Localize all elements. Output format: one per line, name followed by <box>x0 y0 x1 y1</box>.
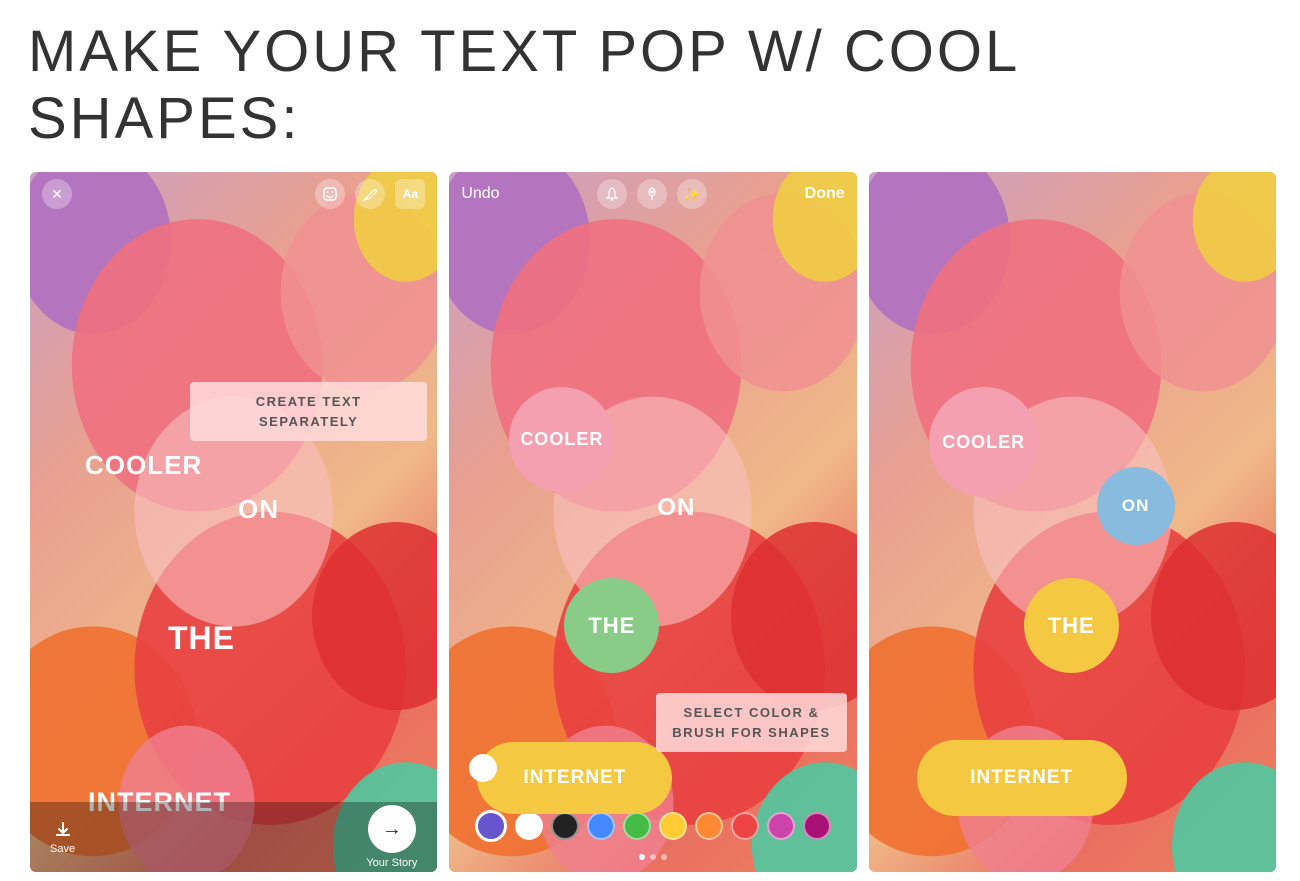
color-dark-pink[interactable] <box>803 812 831 840</box>
word-on-1: ON <box>238 494 279 525</box>
color-white[interactable] <box>515 812 543 840</box>
panel-3: COOLER ON THE INTERNET <box>869 172 1276 872</box>
color-black[interactable] <box>551 812 579 840</box>
color-palette <box>449 810 856 842</box>
bubble-internet-2: INTERNET <box>477 742 672 814</box>
panel1-bottom-bar: Save → Your Story <box>30 802 437 872</box>
text-icon[interactable]: Aa <box>395 179 425 209</box>
page-indicator <box>449 854 856 860</box>
sticker-icon[interactable] <box>315 179 345 209</box>
panel2-top-bar: Undo ✨ Done <box>449 172 856 216</box>
top-icons: Aa <box>315 179 425 209</box>
bell-icon[interactable] <box>597 179 627 209</box>
word-cooler-1: COOLER <box>85 450 202 481</box>
word-the-1: THE <box>168 620 235 657</box>
panels-container: ✕ Aa CREATE TEXT SEPARATELY COOLER ON T <box>0 172 1300 872</box>
dot-3 <box>661 854 667 860</box>
color-yellow[interactable] <box>659 812 687 840</box>
save-label: Save <box>50 843 75 855</box>
bubble-cooler-3: COOLER <box>929 387 1039 497</box>
arrow-icon[interactable]: → <box>368 805 416 853</box>
top-icons-2: ✨ <box>597 179 707 209</box>
bubble-on-3: ON <box>1097 467 1175 545</box>
annotation-create-text: CREATE TEXT SEPARATELY <box>190 382 427 441</box>
dot-1 <box>639 854 645 860</box>
story-label: Your Story <box>366 857 417 869</box>
close-icon[interactable]: ✕ <box>42 179 72 209</box>
color-blue[interactable] <box>587 812 615 840</box>
panel1-top-bar: ✕ Aa <box>30 172 437 216</box>
undo-button[interactable]: Undo <box>461 185 499 203</box>
page-wrapper: MAKE YOUR TEXT POP W/ COOL SHAPES: <box>0 0 1300 881</box>
save-button[interactable]: Save <box>50 819 75 855</box>
bubble-internet-3: INTERNET <box>917 740 1127 816</box>
dot-2 <box>650 854 656 860</box>
color-pink[interactable] <box>767 812 795 840</box>
draw-icon[interactable] <box>355 179 385 209</box>
bubble-cooler-2: COOLER <box>509 387 614 492</box>
story-button[interactable]: → Your Story <box>366 805 417 869</box>
color-blue-purple[interactable] <box>475 810 507 842</box>
color-orange[interactable] <box>695 812 723 840</box>
pin-icon[interactable] <box>637 179 667 209</box>
annotation-select-color: SELECT COLOR &BRUSH FOR SHAPES <box>656 693 846 752</box>
sparkle-icon[interactable]: ✨ <box>677 179 707 209</box>
page-title: MAKE YOUR TEXT POP W/ COOL SHAPES: <box>0 0 1300 172</box>
done-button[interactable]: Done <box>805 185 845 203</box>
bubble-the-3: THE <box>1024 578 1119 673</box>
word-on-2: ON <box>657 494 695 522</box>
panel-2: Undo ✨ Done COOLER ON THE I <box>449 172 856 872</box>
color-red[interactable] <box>731 812 759 840</box>
color-green[interactable] <box>623 812 651 840</box>
panel-1: ✕ Aa CREATE TEXT SEPARATELY COOLER ON T <box>30 172 437 872</box>
balloon-background-1 <box>30 172 437 872</box>
bubble-the-2: THE <box>564 578 659 673</box>
